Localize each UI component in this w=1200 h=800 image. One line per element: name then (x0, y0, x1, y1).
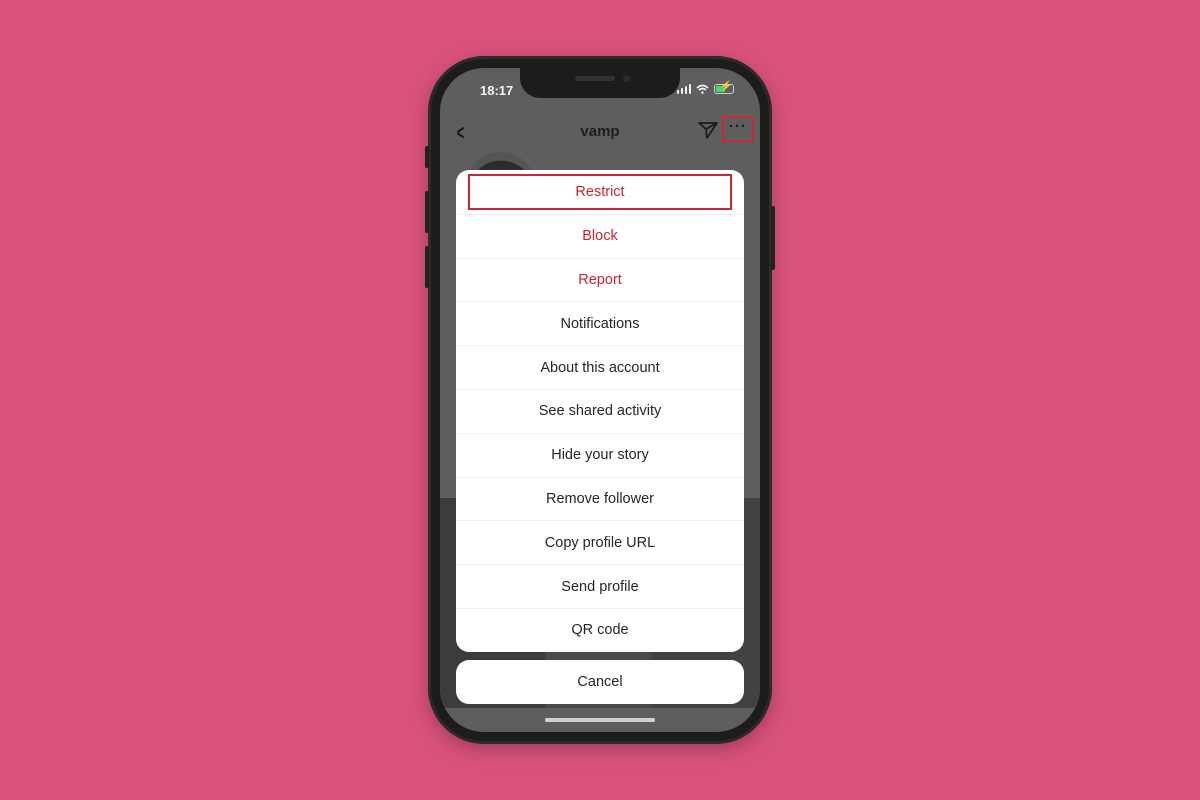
action-send-profile[interactable]: Send profile (456, 564, 744, 608)
profile-header: < vamp ··· (440, 116, 760, 146)
volume-up-button (425, 191, 429, 233)
status-time: 18:17 (480, 83, 514, 98)
more-horizontal-icon: ··· (729, 118, 747, 135)
phone-frame: 18:17 ⚡ < vamp ··· Restrict Block Report… (425, 56, 775, 744)
action-qr-code[interactable]: QR code (456, 607, 744, 652)
paper-plane-icon[interactable] (698, 121, 718, 139)
home-indicator[interactable] (545, 718, 655, 722)
status-icons: ⚡ (676, 81, 734, 94)
action-restrict[interactable]: Restrict (456, 170, 744, 214)
action-report[interactable]: Report (456, 257, 744, 302)
cancel-button[interactable]: Cancel (456, 660, 744, 704)
action-hide-story[interactable]: Hide your story (456, 432, 744, 477)
action-see-shared-activity[interactable]: See shared activity (456, 388, 744, 433)
action-sheet: Restrict Block Report Notifications Abou… (456, 170, 744, 652)
signal-icon (676, 84, 691, 94)
battery-icon: ⚡ (714, 81, 734, 94)
power-button (771, 206, 775, 270)
wifi-icon (696, 84, 709, 94)
action-remove-follower[interactable]: Remove follower (456, 476, 744, 521)
notch (520, 68, 680, 98)
speaker (575, 76, 615, 81)
action-about-account[interactable]: About this account (456, 345, 744, 389)
action-notifications[interactable]: Notifications (456, 301, 744, 345)
action-block[interactable]: Block (456, 213, 744, 258)
phone-screen: 18:17 ⚡ < vamp ··· Restrict Block Report… (440, 68, 760, 732)
more-options-button[interactable]: ··· (722, 116, 754, 142)
mute-switch (425, 146, 429, 168)
action-copy-profile-url[interactable]: Copy profile URL (456, 520, 744, 564)
charging-bolt-icon: ⚡ (720, 81, 733, 92)
front-camera (623, 75, 630, 82)
volume-down-button (425, 246, 429, 288)
